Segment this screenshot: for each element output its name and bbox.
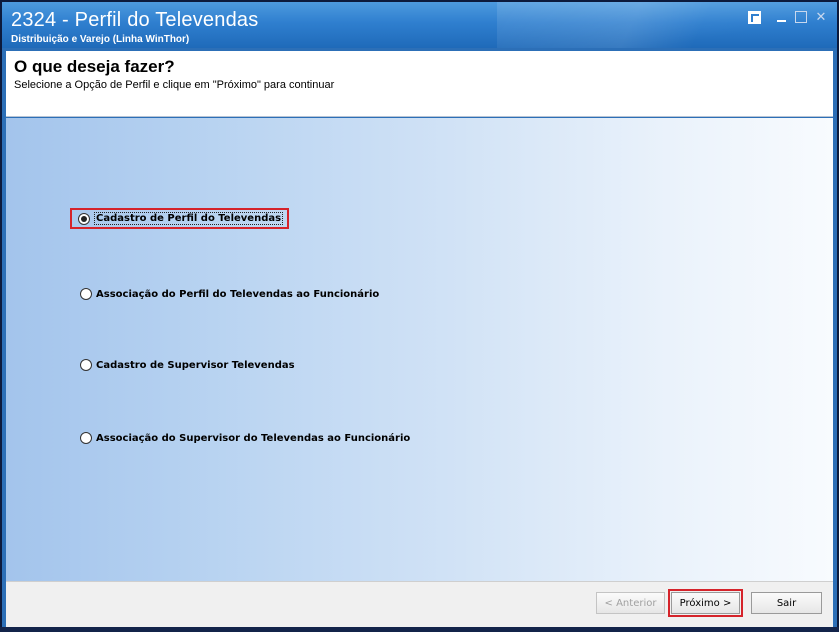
back-button[interactable]: < Anterior — [596, 592, 665, 614]
title-bar-decoration — [497, 2, 837, 48]
option-label: Associação do Supervisor do Televendas a… — [96, 432, 411, 444]
app-title: 2324 - Perfil do Televendas — [11, 9, 259, 31]
option-label: Cadastro de Supervisor Televendas — [96, 359, 295, 371]
option-cadastro-supervisor[interactable]: Cadastro de Supervisor Televendas — [80, 359, 295, 371]
page-instruction: Selecione a Opção de Perfil e clique em … — [14, 79, 335, 91]
radio-button-checked[interactable] — [78, 212, 90, 225]
restore-icon[interactable] — [748, 11, 761, 24]
app-subtitle: Distribuição e Varejo (Linha WinThor) — [11, 34, 190, 45]
radio-button[interactable] — [80, 359, 92, 371]
wizard-header: O que deseja fazer? Selecione a Opção de… — [6, 51, 833, 117]
close-icon[interactable]: ✕ — [813, 10, 829, 25]
window-controls: ✕ — [748, 10, 829, 25]
exit-button[interactable]: Sair — [751, 592, 822, 614]
wizard-footer: < Anterior Próximo > Sair — [6, 581, 833, 629]
taskbar-strip — [0, 627, 839, 632]
option-cadastro-perfil[interactable]: Cadastro de Perfil do Televendas — [69, 208, 290, 229]
option-associacao-supervisor[interactable]: Associação do Supervisor do Televendas a… — [80, 432, 410, 444]
page-title: O que deseja fazer? — [14, 57, 175, 76]
options-panel: Cadastro de Perfil do Televendas Associa… — [6, 118, 833, 581]
wizard-window: 2324 - Perfil do Televendas Distribuição… — [0, 0, 839, 632]
option-associacao-perfil[interactable]: Associação do Perfil do Televendas ao Fu… — [80, 288, 379, 300]
next-button[interactable]: Próximo > — [668, 589, 743, 617]
maximize-icon[interactable] — [795, 11, 807, 23]
title-bar[interactable]: 2324 - Perfil do Televendas Distribuição… — [2, 2, 837, 48]
option-label: Associação do Perfil do Televendas ao Fu… — [96, 288, 380, 300]
radio-button[interactable] — [80, 288, 92, 300]
minimize-icon[interactable] — [773, 10, 789, 24]
radio-button[interactable] — [80, 432, 92, 444]
option-label: Cadastro de Perfil do Televendas — [94, 212, 284, 225]
